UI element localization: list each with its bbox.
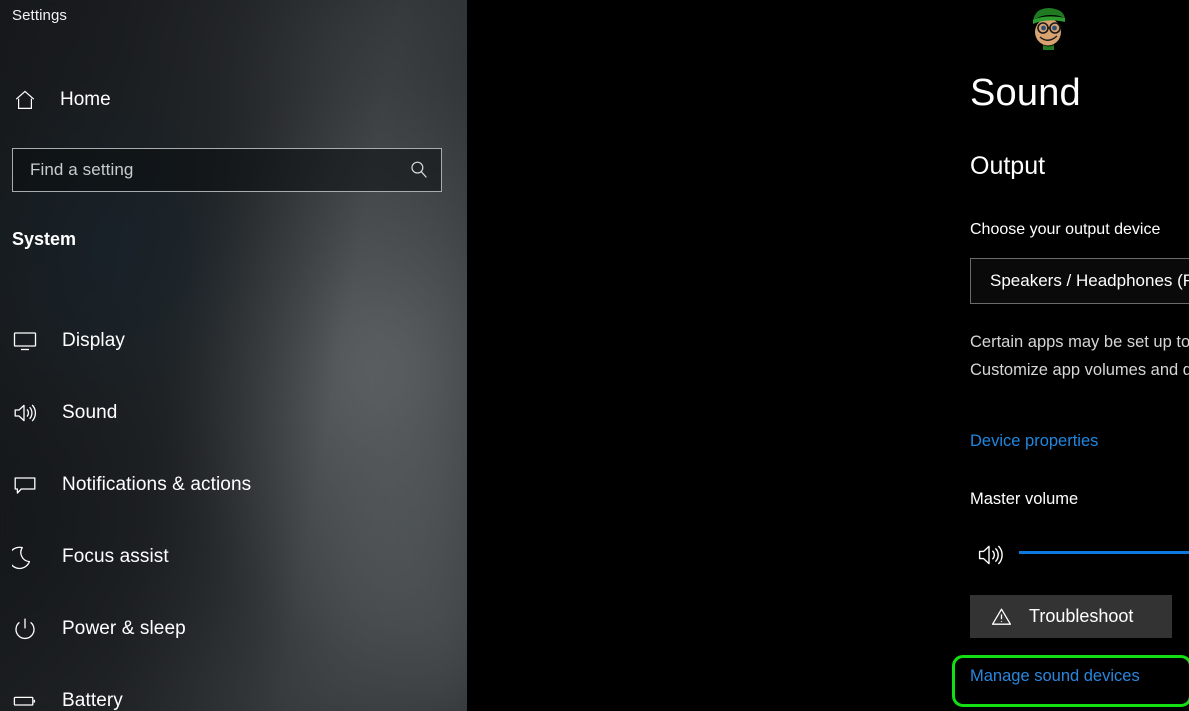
sidebar-item-focus-assist-label: Focus assist [62,546,169,568]
master-volume-row: 86 [970,530,1189,580]
search-input[interactable]: Find a setting [12,148,442,192]
search-placeholder: Find a setting [30,160,407,180]
page-title: Sound [970,72,1081,115]
output-device-selected-value: Speakers / Headphones (Realtek Hig... [990,271,1189,291]
sidebar-item-power-sleep-label: Power & sleep [62,618,186,640]
sidebar-item-display-label: Display [62,330,125,352]
sidebar-item-power-sleep[interactable]: Power & sleep [0,593,455,665]
monitor-icon [10,326,40,356]
sidebar-item-battery[interactable]: Battery [0,665,455,711]
sidebar-item-sound[interactable]: Sound [0,377,455,449]
troubleshoot-button[interactable]: Troubleshoot [970,595,1172,638]
sidebar-item-notifications-actions-label: Notifications & actions [62,474,251,496]
output-section-heading: Output [970,152,1045,181]
settings-window: Settings Home Find a setting [0,0,1189,711]
power-icon [10,614,40,644]
sidebar-item-notifications-actions[interactable]: Notifications & actions [0,449,455,521]
speaker-volume-icon[interactable] [977,541,1007,569]
output-device-label: Choose your output device [970,221,1160,239]
sidebar-item-home[interactable]: Home [0,78,455,122]
moon-icon [10,542,40,572]
sidebar: Settings Home Find a setting [0,0,467,711]
search-icon[interactable] [407,158,431,182]
chat-bubble-icon [10,470,40,500]
main-content: Sound Output Choose your output device S… [467,0,1189,711]
master-volume-label: Master volume [970,490,1078,509]
troubleshoot-button-label: Troubleshoot [1029,606,1133,627]
manage-sound-devices-container: Manage sound devices [952,655,1189,707]
slider-filled-track [1019,551,1189,554]
battery-icon [10,686,40,711]
sidebar-item-home-label: Home [60,89,111,111]
output-device-select[interactable]: Speakers / Headphones (Realtek Hig... [970,258,1189,304]
sidebar-item-focus-assist[interactable]: Focus assist [0,521,455,593]
sidebar-section-heading: System [12,229,76,250]
sidebar-item-sound-label: Sound [62,402,117,424]
window-title: Settings [12,7,67,24]
speaker-icon [10,398,40,428]
warning-triangle-icon [990,606,1012,628]
master-volume-slider[interactable] [1019,551,1189,555]
output-description-text: Certain apps may be set up to use differ… [970,328,1189,384]
site-mascot-watermark [1021,2,1075,50]
sidebar-nav-list: Display Sound [0,305,455,711]
sidebar-item-battery-label: Battery [62,690,123,711]
manage-sound-devices-link[interactable]: Manage sound devices [970,667,1140,686]
device-properties-link[interactable]: Device properties [970,432,1098,451]
home-icon [12,87,38,113]
sidebar-item-display[interactable]: Display [0,305,455,377]
